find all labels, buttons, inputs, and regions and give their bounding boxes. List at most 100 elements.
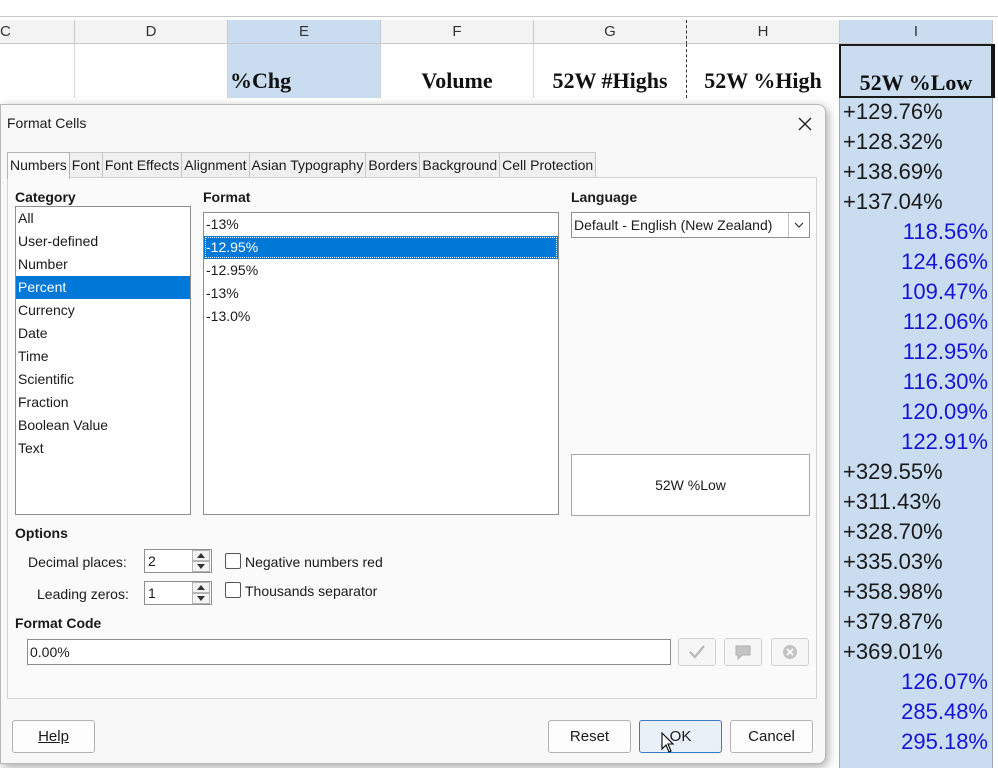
cell-i-value[interactable]: +358.98% (841, 577, 991, 607)
cell-f-header[interactable]: Volume (381, 44, 534, 98)
spin-down-icon[interactable] (192, 561, 210, 572)
format-code-label: Format Code (15, 615, 102, 631)
category-list[interactable]: All User-defined Number Percent Currency… (15, 206, 191, 515)
cell-i-value[interactable]: 126.07% (841, 667, 991, 697)
tab-numbers[interactable]: Numbers (7, 152, 70, 179)
category-item-percent[interactable]: Percent (16, 276, 190, 299)
decimal-places-spinner[interactable]: 2 (144, 549, 212, 573)
format-item-selected[interactable]: -12.95% (204, 236, 558, 259)
cell-i-value[interactable]: 120.09% (841, 397, 991, 427)
tab-alignment[interactable]: Alignment (181, 152, 250, 178)
tab-asian-typography[interactable]: Asian Typography (248, 152, 367, 178)
category-item-time[interactable]: Time (16, 345, 190, 368)
help-button[interactable]: Help (12, 720, 95, 753)
category-item-user-defined[interactable]: User-defined (16, 230, 190, 253)
cell-c-header[interactable] (0, 44, 75, 98)
cell-i-value[interactable]: +369.01% (841, 637, 991, 667)
category-item-currency[interactable]: Currency (16, 299, 190, 322)
cell-i-value[interactable]: +129.76% (841, 97, 991, 127)
cell-i-value[interactable]: +379.87% (841, 607, 991, 637)
language-label: Language (571, 189, 638, 205)
cell-i-value[interactable]: +311.43% (841, 487, 991, 517)
column-header-g[interactable]: G (534, 20, 687, 44)
category-item-boolean-value[interactable]: Boolean Value (16, 414, 190, 437)
tab-cell-protection[interactable]: Cell Protection (499, 152, 597, 178)
cell-i-value[interactable]: +329.55% (841, 457, 991, 487)
column-header-i[interactable]: I (840, 20, 993, 44)
cell-i-value[interactable]: 116.30% (841, 367, 991, 397)
spin-down-icon[interactable] (192, 593, 210, 604)
cell-i-value[interactable]: 112.06% (841, 307, 991, 337)
column-header-f[interactable]: F (381, 20, 534, 44)
negative-red-label[interactable]: Negative numbers red (245, 554, 383, 570)
tab-bar: Numbers Font Font Effects Alignment Asia… (7, 152, 597, 179)
format-item[interactable]: -12.95% (204, 259, 558, 282)
format-cells-dialog: Format Cells Numbers Font Font Effects A… (0, 104, 826, 764)
leading-zeros-spinner[interactable]: 1 (144, 581, 212, 605)
column-header-c[interactable]: C (0, 20, 75, 44)
format-list[interactable]: -13% -12.95% -12.95% -13% -13.0% (203, 212, 559, 515)
category-item-text[interactable]: Text (16, 437, 190, 460)
cell-e-header[interactable]: %Chg (228, 44, 381, 98)
column-header-e[interactable]: E (228, 20, 381, 44)
cell-h-header[interactable]: 52W %High (687, 44, 840, 98)
format-item[interactable]: -13% (204, 282, 558, 305)
cancel-button-label: Cancel (748, 728, 795, 745)
tab-borders[interactable]: Borders (365, 152, 421, 178)
cell-i-value[interactable]: +138.69% (841, 157, 991, 187)
tab-font-effects[interactable]: Font Effects (101, 152, 183, 178)
format-item[interactable]: -13% (204, 213, 558, 236)
thousands-separator-checkbox[interactable] (225, 582, 241, 598)
language-dropdown[interactable]: Default - English (New Zealand) (571, 212, 810, 238)
chevron-down-icon (788, 213, 809, 237)
category-item-date[interactable]: Date (16, 322, 190, 345)
tab-font[interactable]: Font (68, 152, 103, 178)
spin-up-icon[interactable] (192, 582, 210, 593)
mouse-cursor-icon (661, 732, 675, 753)
close-button[interactable] (791, 111, 819, 137)
category-item-scientific[interactable]: Scientific (16, 368, 190, 391)
language-value: Default - English (New Zealand) (574, 217, 773, 233)
column-header-d[interactable]: D (75, 20, 228, 44)
spin-up-icon[interactable] (192, 550, 210, 561)
options-label: Options (15, 525, 68, 541)
cell-i-value[interactable]: 118.56% (841, 217, 991, 247)
help-button-label: Help (38, 728, 69, 745)
edit-comment-button[interactable] (724, 638, 762, 666)
reset-button[interactable]: Reset (548, 720, 631, 753)
cell-i-value[interactable]: 112.95% (841, 337, 991, 367)
format-code-value: 0.00% (30, 644, 70, 660)
checkmark-icon (689, 645, 705, 659)
apply-format-button[interactable] (678, 638, 716, 666)
cell-i-value[interactable]: +335.03% (841, 547, 991, 577)
cell-i-value[interactable]: +128.32% (841, 127, 991, 157)
category-item-all[interactable]: All (16, 207, 190, 230)
cell-i-value[interactable]: 109.47% (841, 277, 991, 307)
cell-i-value[interactable]: +137.04% (841, 187, 991, 217)
cell-i-header[interactable]: 52W %Low (839, 44, 993, 98)
close-icon (798, 117, 812, 131)
category-item-number[interactable]: Number (16, 253, 190, 276)
negative-red-checkbox[interactable] (225, 553, 241, 569)
cancel-button[interactable]: Cancel (730, 720, 813, 753)
format-preview: 52W %Low (571, 454, 810, 516)
cell-i-value[interactable]: 122.91% (841, 427, 991, 457)
delete-icon (783, 645, 797, 659)
cell-i-value[interactable]: 285.48% (841, 697, 991, 727)
comment-icon (735, 645, 751, 660)
format-item[interactable]: -13.0% (204, 305, 558, 328)
cell-i-value[interactable]: 295.18% (841, 727, 991, 757)
cell-d-header[interactable] (75, 44, 228, 98)
column-header-h[interactable]: H (687, 20, 840, 44)
cell-g-header[interactable]: 52W #Highs (534, 44, 687, 98)
decimal-places-value: 2 (148, 553, 156, 569)
tab-background[interactable]: Background (419, 152, 501, 178)
category-item-fraction[interactable]: Fraction (16, 391, 190, 414)
cell-i-value[interactable]: +328.70% (841, 517, 991, 547)
cell-i-value[interactable]: 124.66% (841, 247, 991, 277)
cell-j-header[interactable] (993, 44, 998, 98)
delete-format-button[interactable] (771, 638, 809, 666)
ok-button[interactable]: OK (639, 720, 722, 753)
format-code-input[interactable]: 0.00% (27, 639, 671, 665)
thousands-separator-label[interactable]: Thousands separator (245, 583, 377, 599)
